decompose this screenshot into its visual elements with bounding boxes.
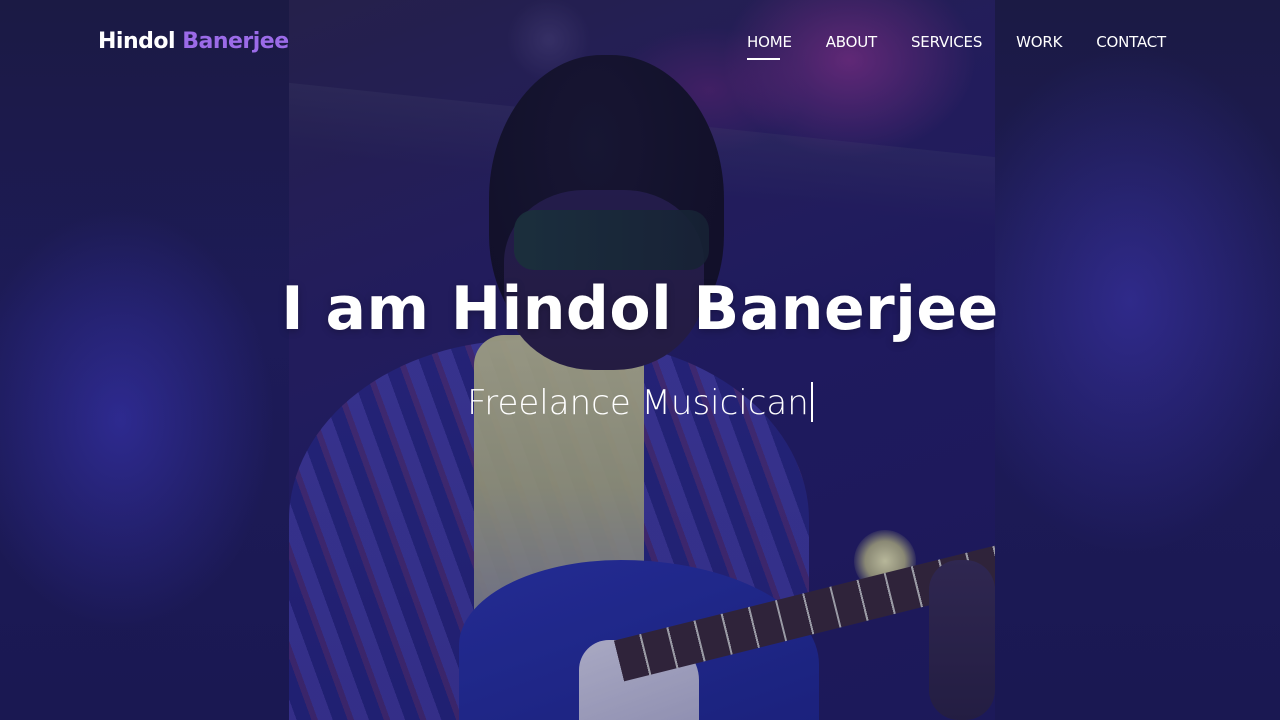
logo-last-name: Banerjee (182, 29, 289, 54)
nav-item-work[interactable]: WORK (1016, 33, 1062, 51)
nav-item-home[interactable]: HOME (747, 33, 792, 60)
nav-item-services[interactable]: SERVICES (911, 33, 982, 51)
typed-text: Freelance Musicican (467, 383, 809, 423)
logo-first-name: Hindol (98, 29, 176, 54)
main-nav: HOME ABOUT SERVICES WORK CONTACT (747, 33, 1166, 60)
hero-headline: I am Hindol Banerjee (281, 274, 999, 344)
site-logo[interactable]: Hindol Banerjee (98, 29, 289, 54)
hero-typed-subtitle: Freelance Musicican (0, 382, 1280, 423)
hero-section: Hindol Banerjee HOME ABOUT SERVICES WORK… (0, 0, 1280, 720)
typing-cursor (810, 382, 813, 422)
hero-background-photo (289, 0, 995, 720)
photo-tint-overlay (289, 0, 995, 720)
nav-item-about[interactable]: ABOUT (826, 33, 877, 51)
nav-item-contact[interactable]: CONTACT (1096, 33, 1166, 51)
